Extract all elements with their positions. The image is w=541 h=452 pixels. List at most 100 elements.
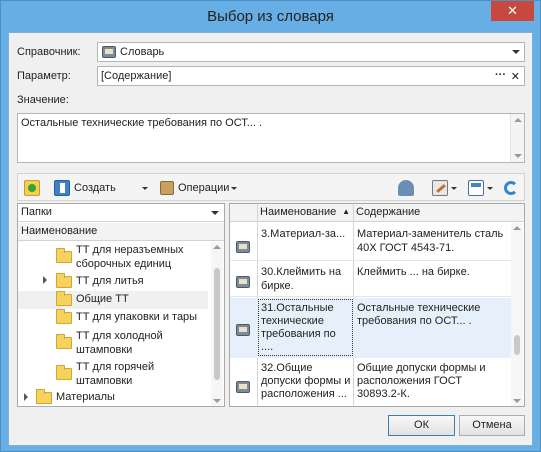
row-name: бирке. — [261, 280, 294, 292]
value-label: Значение: — [17, 94, 69, 106]
refresh-button[interactable] — [504, 178, 518, 198]
row-content: Клеймить ... на бирке. — [357, 266, 470, 278]
record-icon — [236, 241, 250, 253]
operations-icon — [160, 181, 174, 195]
row-content: 40Х ГОСТ 4543-71. — [357, 242, 455, 254]
tree-item[interactable]: ТТ для горячей штамповки — [18, 359, 208, 389]
row-name: требования по — [261, 328, 336, 340]
row-name: .... — [261, 341, 274, 353]
row-name: 31.Остальные — [261, 302, 334, 314]
row-name: допуски формы и — [261, 375, 351, 387]
edit-icon — [432, 180, 448, 196]
chevron-down-icon[interactable] — [512, 50, 520, 54]
chevron-down-icon[interactable] — [211, 211, 219, 215]
ok-button[interactable]: ОК — [388, 415, 455, 436]
directory-label: Справочник: — [17, 46, 81, 58]
tree-item-label: штамповки — [76, 344, 133, 356]
folder-icon — [56, 309, 72, 324]
record-icon — [236, 381, 250, 393]
tree-item-label: штамповки — [76, 375, 133, 387]
dictionary-icon — [102, 46, 116, 58]
clear-icon[interactable]: ✕ — [511, 70, 520, 83]
chevron-down-icon — [451, 186, 457, 190]
dialog-body: Справочник: Словарь Параметр: [Содержани… — [8, 32, 533, 446]
folder-icon — [56, 291, 72, 306]
add-folder-button[interactable] — [24, 178, 40, 198]
column-header-name[interactable]: Наименование ▲ — [260, 206, 352, 218]
row-content: Общие допуски формы и — [357, 362, 486, 374]
scroll-up-icon[interactable] — [513, 226, 521, 230]
row-name: расположения ... — [261, 388, 347, 400]
chevron-down-icon — [142, 186, 148, 190]
create-dropdown[interactable] — [136, 178, 148, 198]
folders-column-label: Наименование — [21, 225, 98, 237]
value-textarea[interactable]: Остальные технические требования по ОСТ.… — [17, 113, 525, 163]
scroll-up-icon[interactable] — [514, 118, 522, 122]
folders-panel: Папки Наименование ТТ для неразъемных сб… — [17, 203, 225, 407]
parameter-field[interactable]: [Содержание] ··· ✕ — [97, 66, 525, 86]
tree-item-label: ТТ для холодной — [76, 330, 163, 342]
scroll-down-icon[interactable] — [513, 399, 521, 403]
tree-item-label: ТТ для литья — [76, 275, 144, 287]
scroll-down-icon[interactable] — [514, 154, 522, 158]
record-icon — [236, 276, 250, 288]
tree-item[interactable]: ТТ для упаковки и тары — [18, 309, 208, 327]
table-row[interactable]: 30.Клеймить на бирке. Клеймить ... на би… — [230, 262, 512, 297]
tree-item-selected[interactable]: Общие ТТ — [18, 291, 208, 309]
value-text: Остальные технические требования по ОСТ.… — [21, 117, 263, 129]
folders-column-header[interactable]: Наименование — [18, 223, 224, 241]
folders-scrollbar[interactable] — [211, 242, 223, 406]
user-icon — [398, 180, 414, 196]
expand-icon[interactable] — [43, 276, 47, 284]
refresh-icon — [504, 181, 518, 195]
operations-label: Операции — [178, 182, 230, 194]
directory-value: Словарь — [120, 46, 165, 58]
folder-icon — [56, 365, 72, 380]
expand-icon[interactable] — [24, 393, 28, 401]
row-content: расположения ГОСТ — [357, 375, 463, 387]
tree-item-label: ТТ для горячей — [76, 361, 155, 373]
table-row[interactable]: 32.Общие допуски формы и расположения ..… — [230, 359, 512, 406]
view-icon — [468, 180, 484, 196]
row-content: требования по ОСТ... . — [357, 315, 472, 327]
folders-panel-header: Папки — [18, 204, 224, 222]
parameter-label: Параметр: — [17, 70, 71, 82]
value-scrollbar[interactable] — [510, 114, 524, 162]
directory-combo[interactable]: Словарь — [97, 42, 525, 62]
create-button[interactable]: Создать — [54, 178, 116, 198]
row-content: Остальные технические — [357, 302, 481, 314]
column-header-content[interactable]: Содержание — [356, 206, 420, 218]
records-grid: Наименование ▲ Содержание 3.Материал-за.… — [229, 203, 525, 407]
toolbar: Создать Операции — [17, 173, 525, 201]
records-scrollbar[interactable] — [511, 223, 523, 406]
view-button[interactable] — [468, 178, 493, 198]
table-row-selected[interactable]: 31.Остальные технические требования по .… — [230, 298, 512, 358]
folder-icon — [56, 334, 72, 349]
edit-button[interactable] — [432, 178, 457, 198]
window-title: Выбор из словаря — [207, 8, 334, 25]
create-icon — [54, 180, 70, 196]
ellipsis-button[interactable]: ··· — [495, 69, 506, 81]
folders-title: Папки — [21, 206, 52, 218]
user-button[interactable] — [398, 178, 414, 198]
operations-button[interactable]: Операции — [160, 178, 238, 198]
cancel-button[interactable]: Отмена — [459, 415, 525, 436]
scroll-up-icon[interactable] — [213, 245, 221, 249]
tree-item[interactable]: ТТ для литья — [18, 273, 208, 291]
scroll-thumb[interactable] — [214, 268, 220, 380]
row-name: 32.Общие — [261, 362, 313, 374]
tree-item[interactable]: ТТ для неразъемных сборочных единиц — [18, 242, 208, 272]
tree-item-label: Общие ТТ — [76, 293, 129, 305]
scroll-thumb[interactable] — [514, 335, 520, 355]
folder-icon — [36, 389, 52, 404]
tree-item[interactable]: Материалы — [18, 389, 208, 406]
row-content: Материал-заменитель сталь — [357, 228, 504, 240]
tree-item[interactable]: ТТ для холодной штамповки — [18, 328, 208, 358]
tree-item-label: Материалы — [56, 391, 115, 403]
table-row[interactable]: 3.Материал-за... Материал-заменитель ста… — [230, 223, 512, 261]
scroll-down-icon[interactable] — [213, 399, 221, 403]
row-content: 30893.2-К. — [357, 388, 410, 400]
record-icon — [236, 324, 250, 336]
close-button[interactable]: ✕ — [491, 1, 534, 21]
row-name: технические — [261, 315, 324, 327]
